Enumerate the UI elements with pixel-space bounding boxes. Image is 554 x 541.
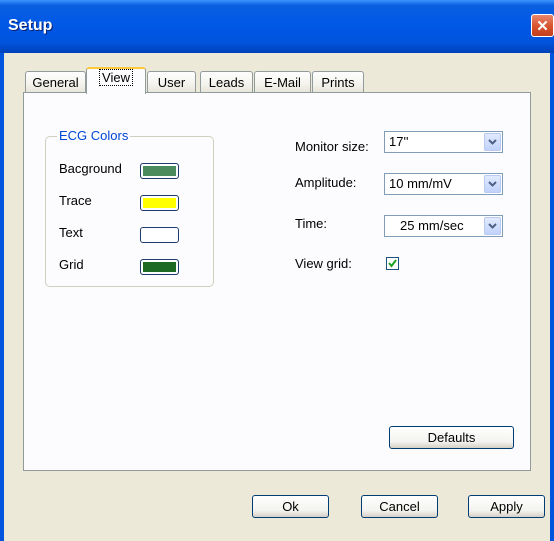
amplitude-label: Amplitude:	[295, 175, 357, 190]
chevron-down-icon[interactable]	[484, 133, 501, 151]
tab-label: E-Mail	[264, 75, 301, 90]
window-title: Setup	[8, 17, 53, 34]
cancel-button-label: Cancel	[379, 499, 420, 514]
cancel-button[interactable]: Cancel	[361, 495, 438, 518]
view-grid-label: View grid:	[295, 256, 352, 271]
trace-color-label: Trace	[59, 193, 92, 208]
time-label: Time:	[295, 216, 328, 231]
tab-user[interactable]: User	[147, 71, 196, 93]
background-color-swatch[interactable]	[140, 163, 179, 179]
time-value: 25 mm/sec	[400, 218, 464, 233]
tab-label: Prints	[321, 75, 355, 90]
monitor-size-select[interactable]: 17''	[384, 131, 503, 153]
tab-leads[interactable]: Leads	[200, 71, 253, 93]
grid-color-swatch[interactable]	[140, 259, 179, 275]
tab-view[interactable]: View	[86, 67, 146, 94]
tab-label: Leads	[208, 75, 245, 90]
tab-prints[interactable]: Prints	[312, 71, 364, 93]
tab-label: General	[32, 75, 79, 90]
text-color-swatch[interactable]	[140, 227, 179, 243]
apply-button-label: Apply	[490, 499, 523, 514]
monitor-size-label: Monitor size:	[295, 139, 369, 154]
text-color-label: Text	[59, 225, 83, 240]
apply-button[interactable]: Apply	[468, 495, 545, 518]
close-button[interactable]: ✕	[531, 14, 554, 37]
time-select[interactable]: 25 mm/sec	[384, 215, 503, 237]
title-bar: Setup ✕	[0, 0, 554, 53]
background-color-label: Bacground	[59, 161, 122, 176]
ecg-colors-title: ECG Colors	[57, 128, 131, 143]
tab-general[interactable]: General	[25, 71, 86, 93]
tab-label: User	[157, 75, 186, 90]
window-frame-left	[0, 53, 4, 541]
view-grid-checkbox[interactable]	[386, 257, 399, 270]
defaults-button-label: Defaults	[427, 430, 476, 445]
close-icon: ✕	[536, 17, 549, 35]
checkmark-icon	[388, 259, 397, 268]
window-frame-right	[550, 53, 554, 541]
amplitude-select[interactable]: 10 mm/mV	[384, 173, 503, 195]
trace-color-swatch[interactable]	[140, 195, 179, 211]
amplitude-value: 10 mm/mV	[389, 176, 452, 191]
defaults-button[interactable]: Defaults	[389, 426, 514, 449]
tab-email[interactable]: E-Mail	[254, 71, 311, 93]
ok-button-label: Ok	[282, 499, 299, 514]
ok-button[interactable]: Ok	[252, 495, 329, 518]
chevron-down-icon[interactable]	[484, 217, 501, 235]
chevron-down-icon[interactable]	[484, 175, 501, 193]
tab-label: View	[99, 69, 133, 86]
monitor-size-value: 17''	[389, 134, 409, 149]
grid-color-label: Grid	[59, 257, 84, 272]
